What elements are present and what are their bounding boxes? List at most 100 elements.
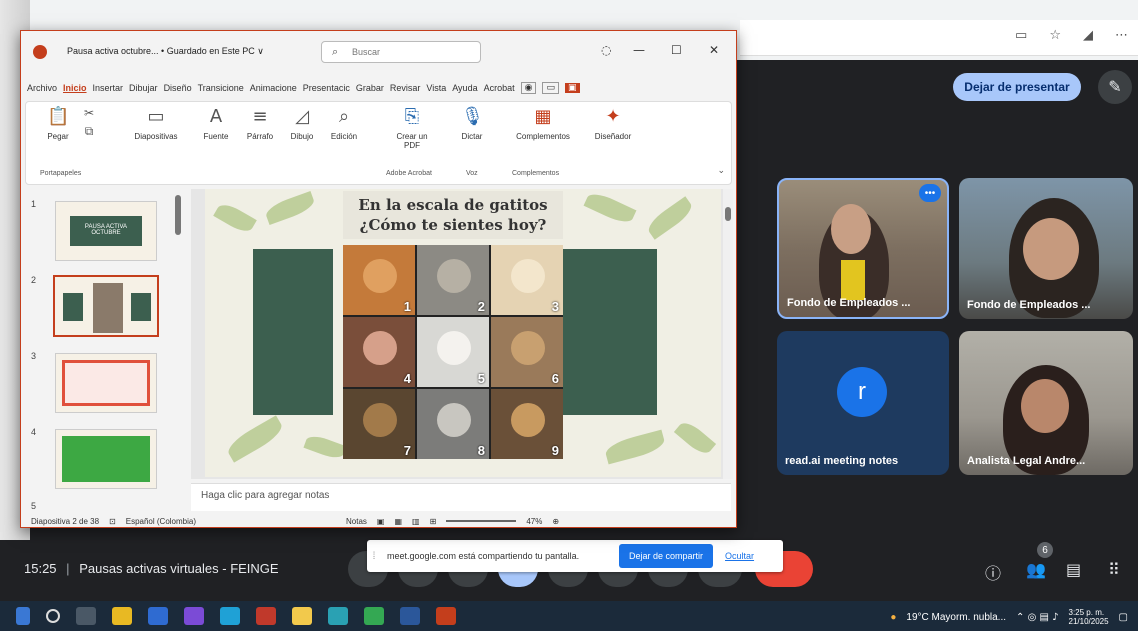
tab-acrobat[interactable]: Acrobat bbox=[484, 83, 515, 93]
slides-label: Diapositivas bbox=[134, 132, 178, 141]
ribbon-collapse-icon[interactable]: ⌄ bbox=[717, 166, 725, 176]
app-icon[interactable] bbox=[292, 607, 312, 625]
file-explorer-icon[interactable] bbox=[112, 607, 132, 625]
reading-view-icon[interactable]: ▥ bbox=[412, 517, 420, 526]
participant-tile[interactable]: Analista Legal Andre... bbox=[959, 331, 1133, 475]
dictate-button[interactable]: 🎙 Dictar bbox=[454, 106, 490, 141]
create-pdf-button[interactable]: ⎘ Crear un PDF bbox=[390, 106, 434, 150]
paste-button[interactable]: 📋 Pegar bbox=[40, 106, 76, 141]
participant-tile[interactable]: Fondo de Empleados ... bbox=[959, 178, 1133, 319]
extension-icon[interactable]: ◢ bbox=[1083, 28, 1093, 43]
language[interactable]: Español (Colombia) bbox=[126, 517, 196, 526]
tab-diseno[interactable]: Diseño bbox=[164, 83, 192, 93]
group-label: Portapapeles bbox=[40, 170, 82, 177]
file-title[interactable]: Pausa activa octubre... • Guardado en Es… bbox=[67, 46, 264, 57]
slides-button[interactable]: ▭ Diapositivas bbox=[118, 106, 194, 141]
people-icon[interactable]: 👥 bbox=[1026, 560, 1046, 579]
browser-tab-icon[interactable]: ▭ bbox=[1015, 28, 1027, 43]
scissors-icon[interactable]: ✂ bbox=[78, 106, 100, 120]
clock[interactable]: 3:25 p. m. 21/10/2025 bbox=[1069, 608, 1109, 626]
drag-handle-icon[interactable]: ⁞ bbox=[367, 551, 381, 562]
tab-inicio[interactable]: Inicio bbox=[63, 83, 87, 93]
tab-presentacion[interactable]: Presentacic bbox=[303, 83, 350, 93]
notes-field[interactable]: Haga clic para agregar notas bbox=[191, 483, 731, 511]
drawing-button[interactable]: ◿ Dibujo bbox=[284, 106, 320, 141]
powerpoint-icon[interactable] bbox=[436, 607, 456, 625]
weather-text[interactable]: 19°C Mayorm. nubla... bbox=[906, 612, 1006, 623]
windows-start-icon[interactable] bbox=[16, 607, 30, 625]
present-dropdown-icon[interactable]: ▣ bbox=[564, 83, 580, 93]
designer-button[interactable]: ✦ Diseñador bbox=[588, 106, 638, 141]
info-icon[interactable]: ⓘ bbox=[985, 560, 1001, 584]
slide-thumbnail[interactable] bbox=[55, 429, 157, 489]
word-icon[interactable] bbox=[400, 607, 420, 625]
tab-transiciones[interactable]: Transicione bbox=[198, 83, 244, 93]
minimize-icon[interactable]: — bbox=[633, 43, 645, 57]
fit-slide-icon[interactable]: ⊕ bbox=[552, 517, 559, 526]
tab-grabar[interactable]: Grabar bbox=[356, 83, 384, 93]
tab-dibujar[interactable]: Dibujar bbox=[129, 83, 158, 93]
cut-copy-group[interactable]: ✂ ⧉ bbox=[78, 106, 98, 142]
avatar[interactable]: ◌ bbox=[601, 43, 611, 57]
tab-archivo[interactable]: Archivo bbox=[27, 83, 57, 93]
paragraph-button[interactable]: ≡ Párrafo bbox=[240, 106, 280, 141]
more-options-icon[interactable]: ••• bbox=[919, 184, 941, 202]
comments-icon[interactable]: ▭ bbox=[542, 82, 559, 94]
slide-scrollbar[interactable] bbox=[723, 189, 733, 479]
bookmark-star-icon[interactable]: ☆ bbox=[1049, 28, 1061, 43]
record-icon[interactable]: ◉ bbox=[520, 82, 537, 94]
sparkle-icon[interactable]: ✎ bbox=[1098, 70, 1132, 104]
participant-tile[interactable]: r read.ai meeting notes bbox=[777, 331, 949, 475]
slide-thumbnail[interactable]: PAUSA ACTIVA OCTUBRE bbox=[55, 201, 157, 261]
notes-button[interactable]: Notas bbox=[346, 517, 367, 526]
tab-ayuda[interactable]: Ayuda bbox=[452, 83, 477, 93]
chat-icon[interactable]: ▤ bbox=[1066, 560, 1081, 579]
weather-icon[interactable]: ● bbox=[890, 612, 896, 623]
tab-vista[interactable]: Vista bbox=[426, 83, 446, 93]
tray-icons[interactable]: ⌃ ◎ ▤ ♪ bbox=[1016, 612, 1058, 623]
slide-title[interactable]: En la escala de gatitos ¿Cómo te sientes… bbox=[343, 191, 563, 239]
cat-grid[interactable]: 1 2 3 4 5 6 7 8 9 bbox=[343, 245, 563, 459]
editing-button[interactable]: ⌕ Edición bbox=[324, 106, 364, 141]
slideshow-icon[interactable]: ⊞ bbox=[430, 517, 437, 526]
thumbnail-scrollbar[interactable] bbox=[175, 195, 181, 235]
stop-presenting-button[interactable]: Dejar de presentar bbox=[953, 73, 1081, 101]
slide-thumbnail[interactable] bbox=[55, 353, 157, 413]
chrome-icon[interactable] bbox=[364, 607, 384, 625]
app-icon[interactable] bbox=[148, 607, 168, 625]
participant-name: Fondo de Empleados ... bbox=[787, 297, 911, 309]
slide-thumbnail-selected[interactable] bbox=[53, 275, 159, 337]
scroll-thumb[interactable] bbox=[725, 207, 731, 221]
search-icon[interactable] bbox=[46, 609, 60, 623]
group-label: Voz bbox=[466, 170, 478, 177]
tab-animaciones[interactable]: Animacione bbox=[250, 83, 297, 93]
zoom-level[interactable]: 47% bbox=[526, 517, 542, 526]
zoom-slider[interactable] bbox=[446, 520, 517, 522]
tab-insertar[interactable]: Insertar bbox=[93, 83, 124, 93]
stop-sharing-button[interactable]: Dejar de compartir bbox=[619, 544, 714, 568]
slide[interactable]: En la escala de gatitos ¿Cómo te sientes… bbox=[205, 189, 721, 477]
normal-view-icon[interactable]: ▣ bbox=[377, 517, 385, 526]
maximize-icon[interactable]: ☐ bbox=[671, 43, 682, 57]
copy-icon[interactable]: ⧉ bbox=[78, 124, 100, 138]
accessibility-icon[interactable]: ⊡ bbox=[109, 517, 116, 526]
app-icon[interactable] bbox=[184, 607, 204, 625]
notification-icon[interactable]: ▢ bbox=[1119, 612, 1128, 623]
close-icon[interactable]: ✕ bbox=[709, 43, 719, 57]
thumb-content bbox=[62, 436, 150, 482]
hide-link[interactable]: Ocultar bbox=[725, 551, 754, 561]
app-icon[interactable] bbox=[256, 607, 276, 625]
task-view-icon[interactable] bbox=[76, 607, 96, 625]
activities-icon[interactable]: ⠿ bbox=[1108, 560, 1120, 579]
sorter-view-icon[interactable]: ▦ bbox=[394, 517, 402, 526]
create-pdf-label: Crear un PDF bbox=[396, 132, 428, 150]
more-options-icon[interactable]: ⋯ bbox=[1115, 28, 1128, 43]
app-icon[interactable] bbox=[328, 607, 348, 625]
add-ins-button[interactable]: ▦ Complementos bbox=[504, 106, 582, 141]
participant-tile[interactable]: ••• Fondo de Empleados ... bbox=[777, 178, 949, 319]
search-input[interactable]: ⌕ Buscar bbox=[321, 41, 481, 63]
edge-icon[interactable] bbox=[220, 607, 240, 625]
font-button[interactable]: A Fuente bbox=[198, 106, 234, 141]
thumb-panel bbox=[63, 293, 83, 321]
tab-revisar[interactable]: Revisar bbox=[390, 83, 421, 93]
